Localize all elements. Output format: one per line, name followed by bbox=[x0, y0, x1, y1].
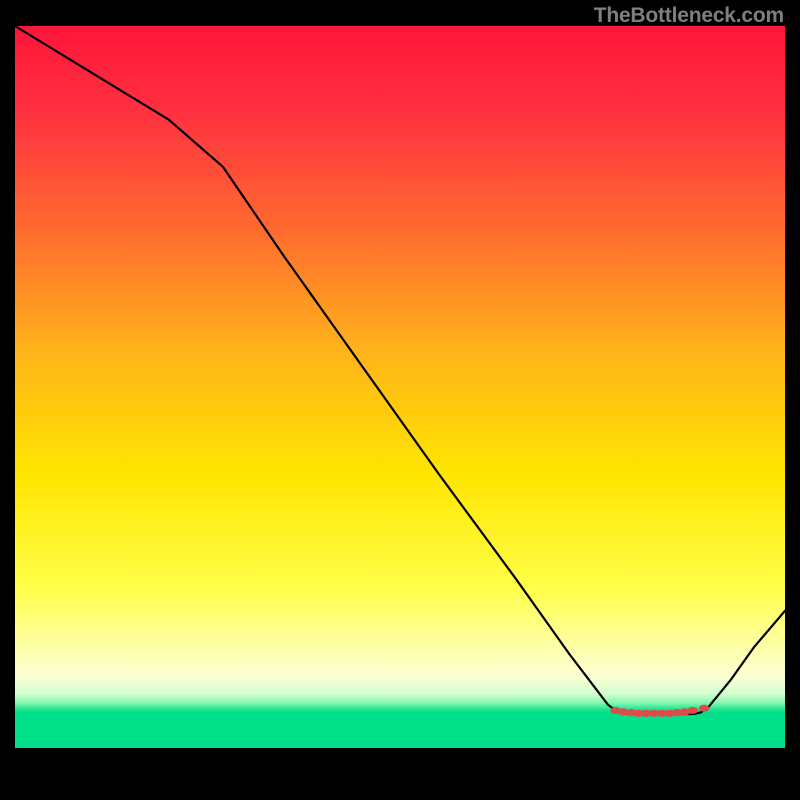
gradient-background bbox=[15, 26, 785, 748]
axis-band bbox=[15, 748, 785, 785]
chart-frame bbox=[15, 26, 785, 785]
watermark-text: TheBottleneck.com bbox=[594, 4, 784, 28]
chart-svg bbox=[15, 26, 785, 785]
marker-dot bbox=[699, 705, 709, 712]
marker-dot bbox=[687, 707, 697, 714]
